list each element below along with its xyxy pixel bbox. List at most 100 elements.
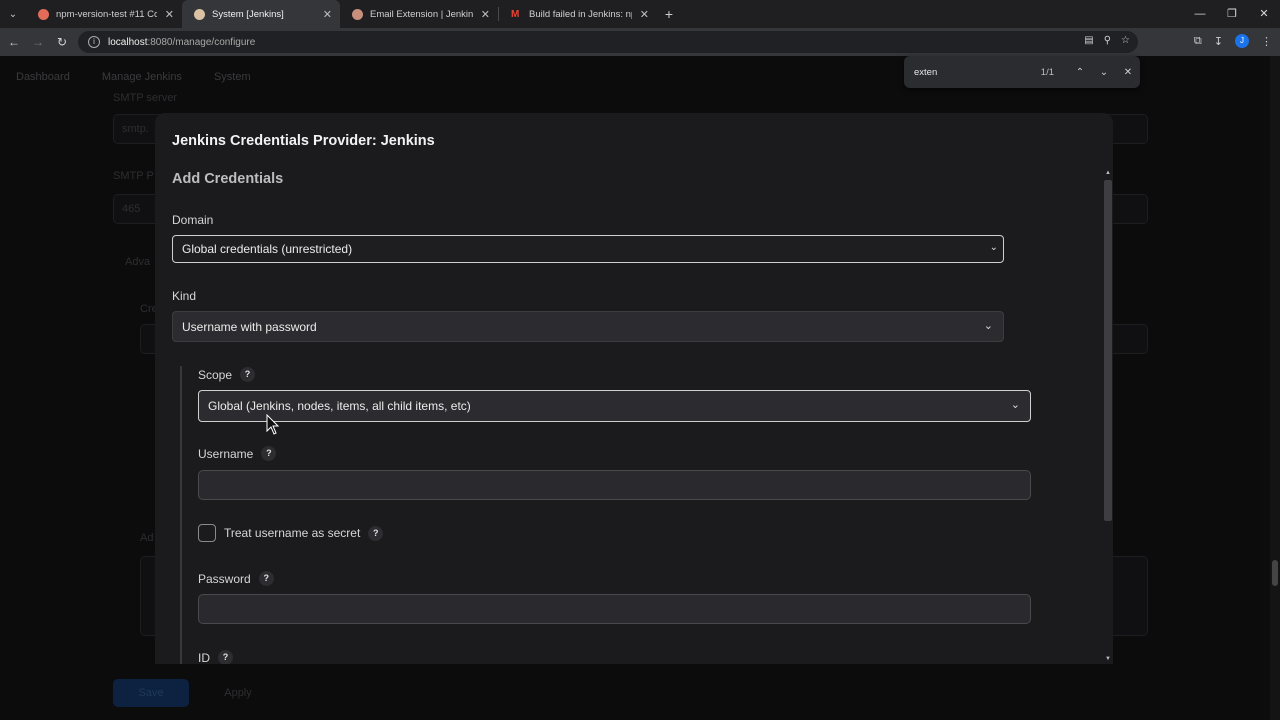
omnibox-actions: ▤ ⚲ ☆	[1084, 35, 1130, 46]
breadcrumb-manage-jenkins[interactable]: Manage Jenkins	[102, 71, 182, 83]
browser-tab-4[interactable]: M Build failed in Jenkins: npm-ver ✕	[499, 0, 657, 28]
treat-username-secret-label[interactable]: Treat username as secret	[224, 526, 360, 540]
bookmark-star-icon[interactable]: ☆	[1121, 35, 1130, 46]
page-scrollbar-thumb[interactable]	[1272, 560, 1278, 586]
url-path: :8080/manage/configure	[147, 36, 256, 48]
tab-close-icon[interactable]: ✕	[165, 8, 174, 21]
dialog-title: Jenkins Credentials Provider: Jenkins	[172, 133, 435, 149]
password-label: Password ?	[198, 571, 274, 586]
back-arrow-icon[interactable]: ←	[2, 35, 26, 49]
reload-icon[interactable]: ↻	[50, 35, 74, 49]
find-next-icon[interactable]: ⌄	[1092, 67, 1116, 78]
forward-arrow-icon[interactable]: →	[26, 35, 50, 49]
breadcrumb-system[interactable]: System	[214, 71, 251, 83]
scope-select-value: Global (Jenkins, nodes, items, all child…	[208, 399, 471, 413]
domain-label: Domain	[172, 213, 213, 227]
tab-close-icon[interactable]: ✕	[323, 8, 332, 21]
id-label: ID ?	[198, 650, 233, 664]
jenkins-favicon-icon	[38, 8, 49, 20]
new-tab-icon[interactable]: +	[657, 6, 681, 22]
tab-title: Build failed in Jenkins: npm-ver	[529, 8, 632, 20]
add-label: Ad	[140, 532, 154, 544]
password-input[interactable]	[198, 594, 1031, 624]
find-previous-icon[interactable]: ⌃	[1068, 67, 1092, 78]
find-bar: exten 1/1 ⌃ ⌄ ✕	[904, 56, 1140, 88]
smtp-port-label: SMTP P	[113, 170, 154, 182]
scroll-up-icon[interactable]: ▲	[1104, 168, 1112, 178]
jenkins-favicon-icon	[194, 8, 205, 20]
dialog-subtitle: Add Credentials	[172, 171, 284, 187]
tab-title: Email Extension | Jenkins plugin	[370, 8, 473, 20]
browser-tab-2[interactable]: System [Jenkins] ✕	[182, 0, 340, 28]
username-label-text: Username	[198, 446, 254, 461]
tab-title: npm-version-test #11 Console [	[56, 8, 157, 20]
smtp-port-value: 465	[122, 203, 141, 215]
id-label-text: ID	[198, 650, 210, 665]
breadcrumb: Dashboard Manage Jenkins System	[16, 71, 251, 83]
tab-close-icon[interactable]: ✕	[640, 8, 649, 21]
dialog-scrollbar-thumb[interactable]	[1104, 180, 1112, 521]
dialog-scrollbar[interactable]: ▲ ▼	[1103, 168, 1113, 664]
apply-button: Apply	[224, 687, 252, 699]
scope-select[interactable]: Global (Jenkins, nodes, items, all child…	[198, 390, 1031, 422]
window-controls: — ❐ ✕	[1184, 0, 1280, 28]
browser-tab-strip: ⌄ npm-version-test #11 Console [ ✕ Syste…	[0, 0, 1280, 28]
scope-label: Scope ?	[198, 367, 256, 382]
url-host: localhost	[108, 36, 148, 48]
jenkins-favicon-icon	[352, 8, 363, 20]
kind-label: Kind	[172, 289, 196, 303]
treat-secret-help-icon[interactable]: ?	[368, 525, 384, 541]
mouse-cursor-icon	[266, 414, 280, 435]
browser-toolbar: ← → ↻ i localhost:8080/manage/configure …	[0, 28, 1280, 56]
extensions-puzzle-icon[interactable]: ⧉	[1194, 35, 1202, 48]
treat-username-secret-checkbox[interactable]	[198, 524, 216, 542]
profile-avatar[interactable]: J	[1235, 34, 1249, 48]
close-window-icon[interactable]: ✕	[1248, 0, 1280, 28]
breadcrumb-dashboard[interactable]: Dashboard	[16, 71, 70, 83]
toolbar-right-actions: ⧉ ↧ J ⋮	[1194, 34, 1272, 48]
find-match-count: 1/1	[1040, 66, 1054, 78]
browser-tab-1[interactable]: npm-version-test #11 Console [ ✕	[26, 0, 182, 28]
tab-search-icon[interactable]: ⌄	[0, 0, 26, 28]
advanced-label: Adva	[125, 256, 151, 268]
translate-icon[interactable]: ▤	[1084, 35, 1093, 46]
credentials-dialog: Jenkins Credentials Provider: Jenkins Ad…	[155, 113, 1113, 664]
password-help-icon[interactable]: ?	[258, 571, 274, 586]
id-help-icon[interactable]: ?	[218, 650, 233, 664]
username-help-icon[interactable]: ?	[261, 446, 277, 461]
chevron-down-icon: ⌄	[983, 320, 993, 332]
smtp-server-value: smtp.	[122, 123, 149, 135]
kind-select[interactable]: Username with password ⌄	[172, 311, 1004, 342]
domain-select-value: Global credentials (unrestricted)	[182, 242, 353, 256]
minimize-icon[interactable]: —	[1184, 0, 1216, 28]
kind-label-text: Kind	[172, 289, 197, 303]
tab-title: System [Jenkins]	[212, 8, 284, 20]
browser-menu-icon[interactable]: ⋮	[1261, 35, 1272, 48]
domain-label-text: Domain	[172, 213, 214, 227]
smtp-server-label: SMTP server	[113, 92, 177, 104]
username-input[interactable]	[198, 470, 1031, 500]
browser-tab-3[interactable]: Email Extension | Jenkins plugin ✕	[340, 0, 498, 28]
site-info-icon[interactable]: i	[88, 36, 100, 48]
scroll-down-icon[interactable]: ▼	[1104, 654, 1112, 664]
download-icon[interactable]: ↧	[1214, 35, 1223, 48]
chevron-down-icon: ⌄	[1010, 399, 1020, 411]
treat-secret-row: Treat username as secret ?	[198, 524, 384, 542]
password-label-text: Password	[198, 571, 251, 586]
page-scrollbar[interactable]	[1270, 56, 1280, 720]
domain-select[interactable]: Global credentials (unrestricted) ⌄	[172, 235, 1004, 263]
tab-close-icon[interactable]: ✕	[481, 8, 490, 21]
zoom-icon[interactable]: ⚲	[1104, 35, 1111, 46]
restore-icon[interactable]: ❐	[1216, 0, 1248, 28]
address-bar[interactable]: i localhost:8080/manage/configure ▤ ⚲ ☆	[78, 31, 1138, 53]
save-button: Save	[113, 679, 189, 707]
find-input[interactable]: exten	[914, 67, 1041, 78]
gmail-favicon-icon: M	[511, 8, 520, 20]
scope-help-icon[interactable]: ?	[240, 367, 256, 382]
username-label: Username ?	[198, 446, 277, 461]
chevron-down-icon: ⌄	[989, 242, 998, 253]
scope-label-text: Scope	[198, 367, 233, 382]
find-close-icon[interactable]: ✕	[1116, 67, 1140, 78]
kind-select-value: Username with password	[182, 319, 317, 334]
nested-section-indicator	[180, 366, 182, 664]
